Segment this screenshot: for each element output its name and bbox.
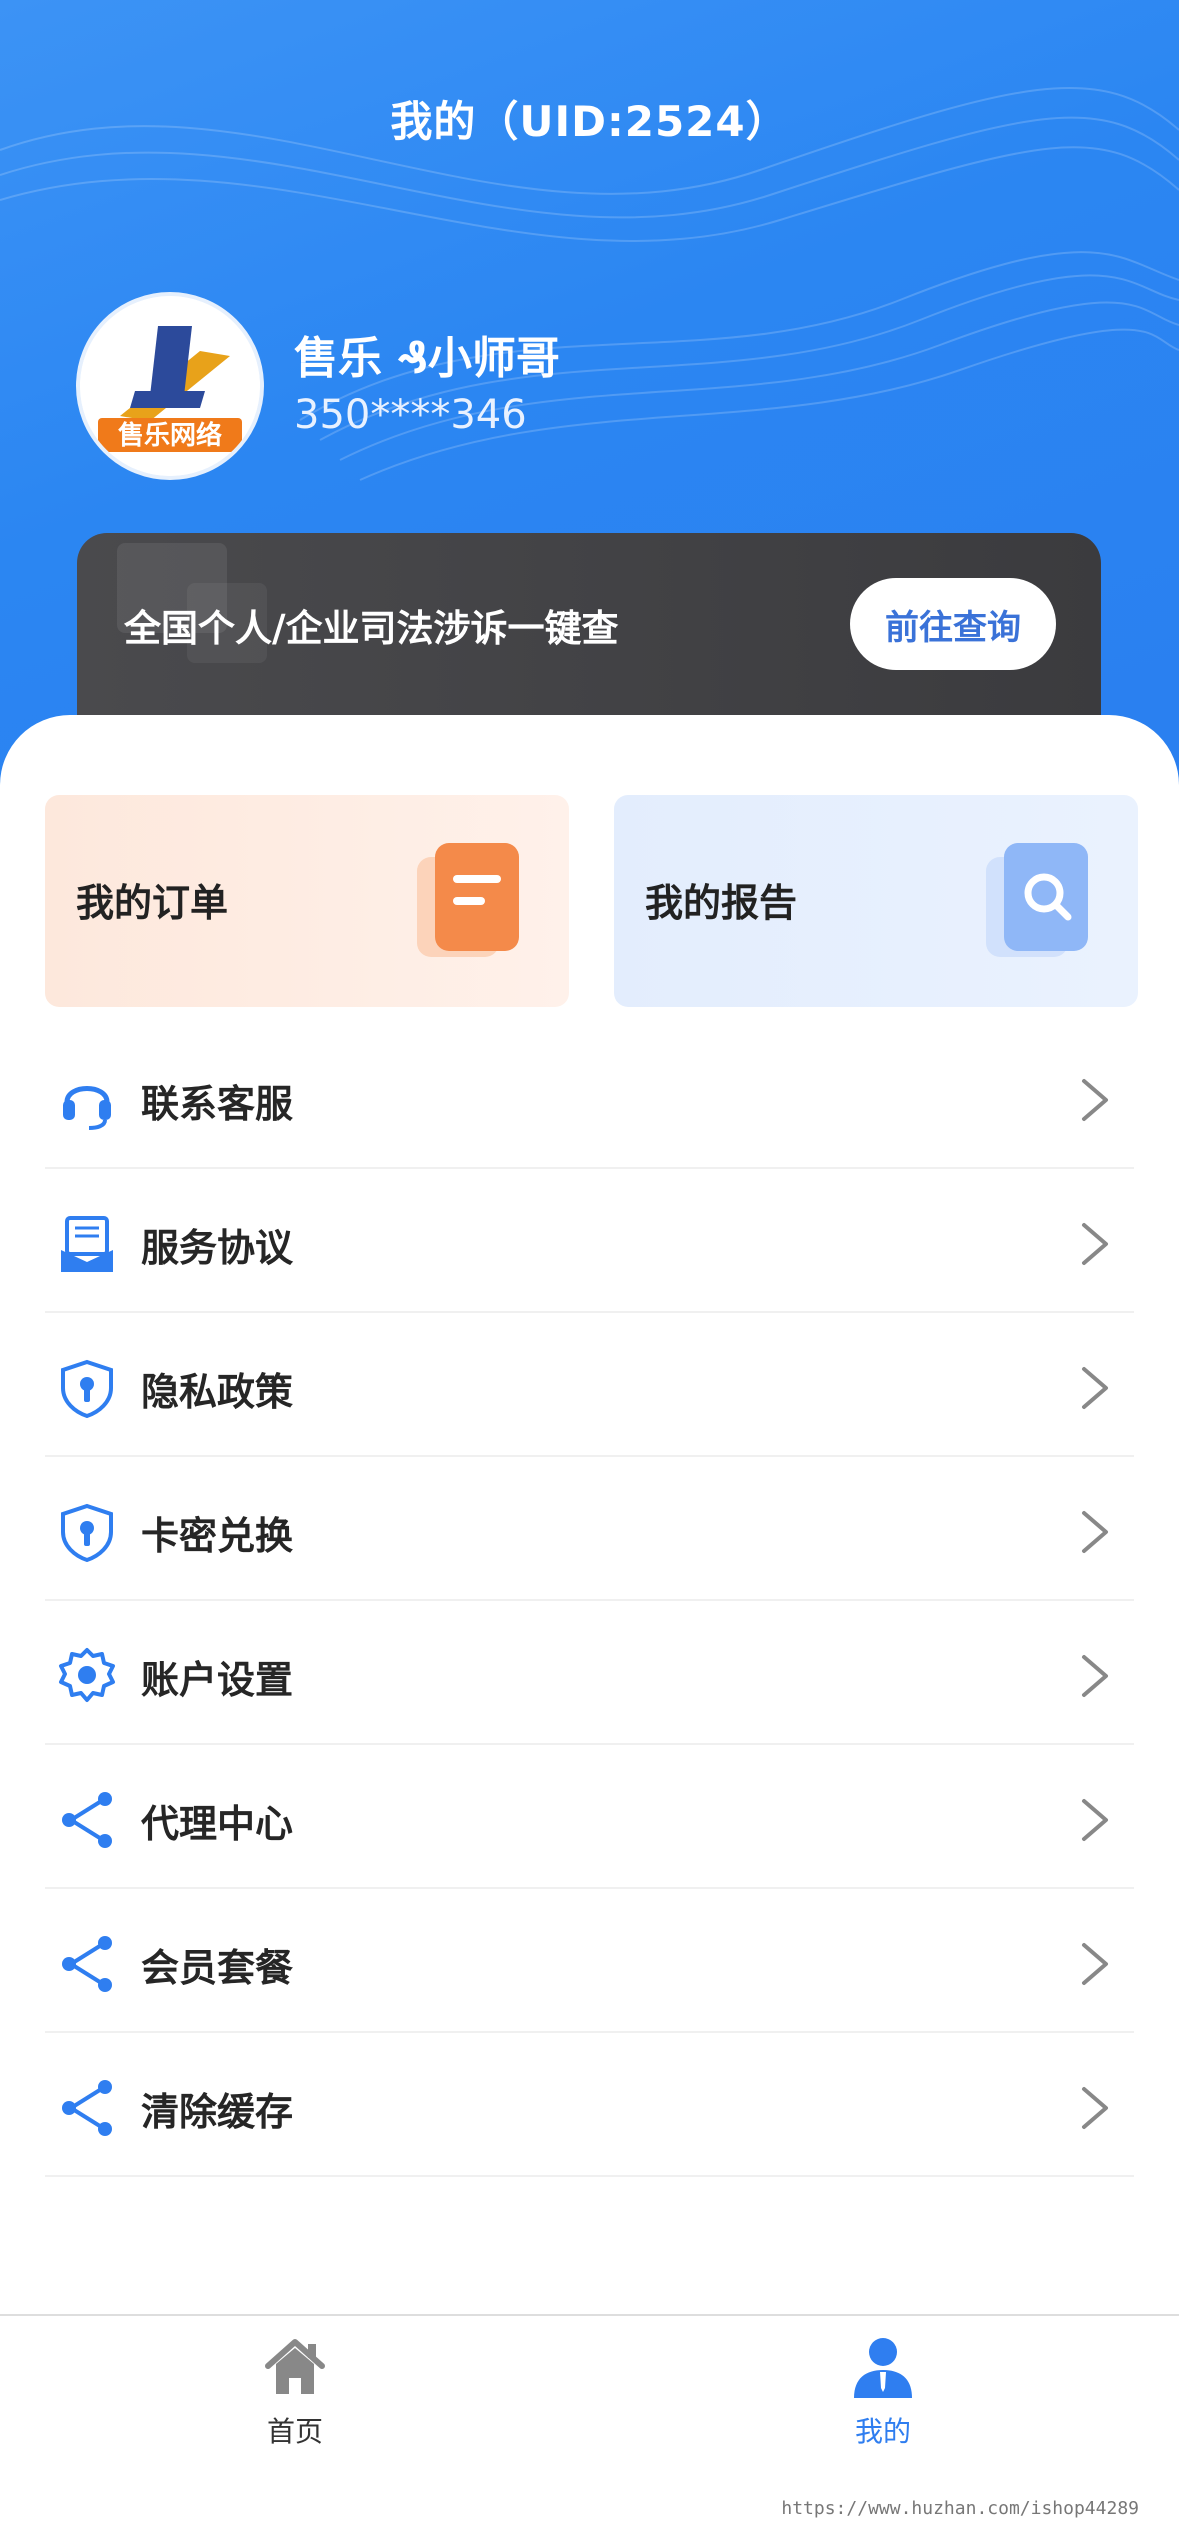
menu-item-label: 隐私政策 xyxy=(141,1370,294,1414)
shield-icon xyxy=(61,1503,113,1562)
user-name: 售乐 ₰小师哥 xyxy=(294,333,560,384)
menu-item-label: 清除缓存 xyxy=(141,2090,294,2134)
shield-icon xyxy=(61,1359,113,1418)
my-reports-card[interactable]: 我的报告 xyxy=(614,795,1138,1007)
tab-mine-label: 我的 xyxy=(854,2415,911,2448)
menu-item-label: 服务协议 xyxy=(141,1226,294,1270)
home-icon xyxy=(265,2339,325,2394)
share-icon xyxy=(62,1792,112,1848)
watermark-text: https://www.huzhan.com/ishop44289 xyxy=(781,2498,1139,2519)
chevron-right-icon xyxy=(1082,1223,1108,1265)
logo-icon: 售乐网络 xyxy=(80,296,260,476)
menu-item-privacy-policy[interactable]: 隐私政策 xyxy=(45,1313,1134,1457)
order-document-icon xyxy=(417,843,519,957)
report-search-icon xyxy=(986,843,1088,957)
tab-home-label: 首页 xyxy=(266,2415,323,2448)
my-orders-card[interactable]: 我的订单 xyxy=(45,795,569,1007)
chevron-right-icon xyxy=(1082,1367,1108,1409)
tab-home[interactable]: 首页 xyxy=(195,2334,395,2474)
chevron-right-icon xyxy=(1082,1511,1108,1553)
menu-item-account-settings[interactable]: 账户设置 xyxy=(45,1601,1134,1745)
menu-item-label: 代理中心 xyxy=(141,1802,294,1846)
gear-icon xyxy=(59,1648,115,1702)
menu-item-customer-service[interactable]: 联系客服 xyxy=(45,1025,1134,1169)
menu-item-label: 账户设置 xyxy=(141,1658,294,1702)
chevron-right-icon xyxy=(1082,2087,1108,2129)
query-button[interactable]: 前往查询 xyxy=(850,578,1056,670)
share-icon xyxy=(62,2080,112,2136)
chevron-right-icon xyxy=(1082,1799,1108,1841)
chevron-right-icon xyxy=(1082,1655,1108,1697)
svg-text:售乐网络: 售乐网络 xyxy=(118,420,222,451)
share-icon xyxy=(62,1936,112,1992)
user-icon xyxy=(854,2338,912,2398)
headset-icon xyxy=(63,1086,111,1130)
menu-item-clear-cache[interactable]: 清除缓存 xyxy=(45,2033,1134,2177)
document-icon xyxy=(61,1216,113,1272)
menu-item-label: 会员套餐 xyxy=(141,1946,294,1990)
chevron-right-icon xyxy=(1082,1079,1108,1121)
menu-item-agent-center[interactable]: 代理中心 xyxy=(45,1745,1134,1889)
promo-text: 全国个人/企业司法涉诉一键查 xyxy=(124,607,619,650)
user-phone: 350****346 xyxy=(294,392,527,438)
chevron-right-icon xyxy=(1082,1943,1108,1985)
page-title: 我的（UID:2524） xyxy=(390,97,789,146)
profile-header: 我的（UID:2524） 售乐网络 售乐 ₰小师哥 350****346 全国个… xyxy=(0,0,1179,800)
menu-item-service-agreement[interactable]: 服务协议 xyxy=(45,1169,1134,1313)
tab-mine[interactable]: 我的 xyxy=(783,2334,983,2474)
menu-item-card-redeem[interactable]: 卡密兑换 xyxy=(45,1457,1134,1601)
my-orders-label: 我的订单 xyxy=(76,881,229,925)
menu-item-label: 联系客服 xyxy=(141,1082,294,1126)
avatar[interactable]: 售乐网络 xyxy=(76,292,264,480)
menu-item-membership[interactable]: 会员套餐 xyxy=(45,1889,1134,2033)
settings-menu: 联系客服 服务协议 隐私政策 卡密兑换 账户设置 代理中心 会员套餐 清除缓存 xyxy=(0,1025,1179,2177)
my-reports-label: 我的报告 xyxy=(645,881,798,925)
menu-item-label: 卡密兑换 xyxy=(141,1514,294,1558)
